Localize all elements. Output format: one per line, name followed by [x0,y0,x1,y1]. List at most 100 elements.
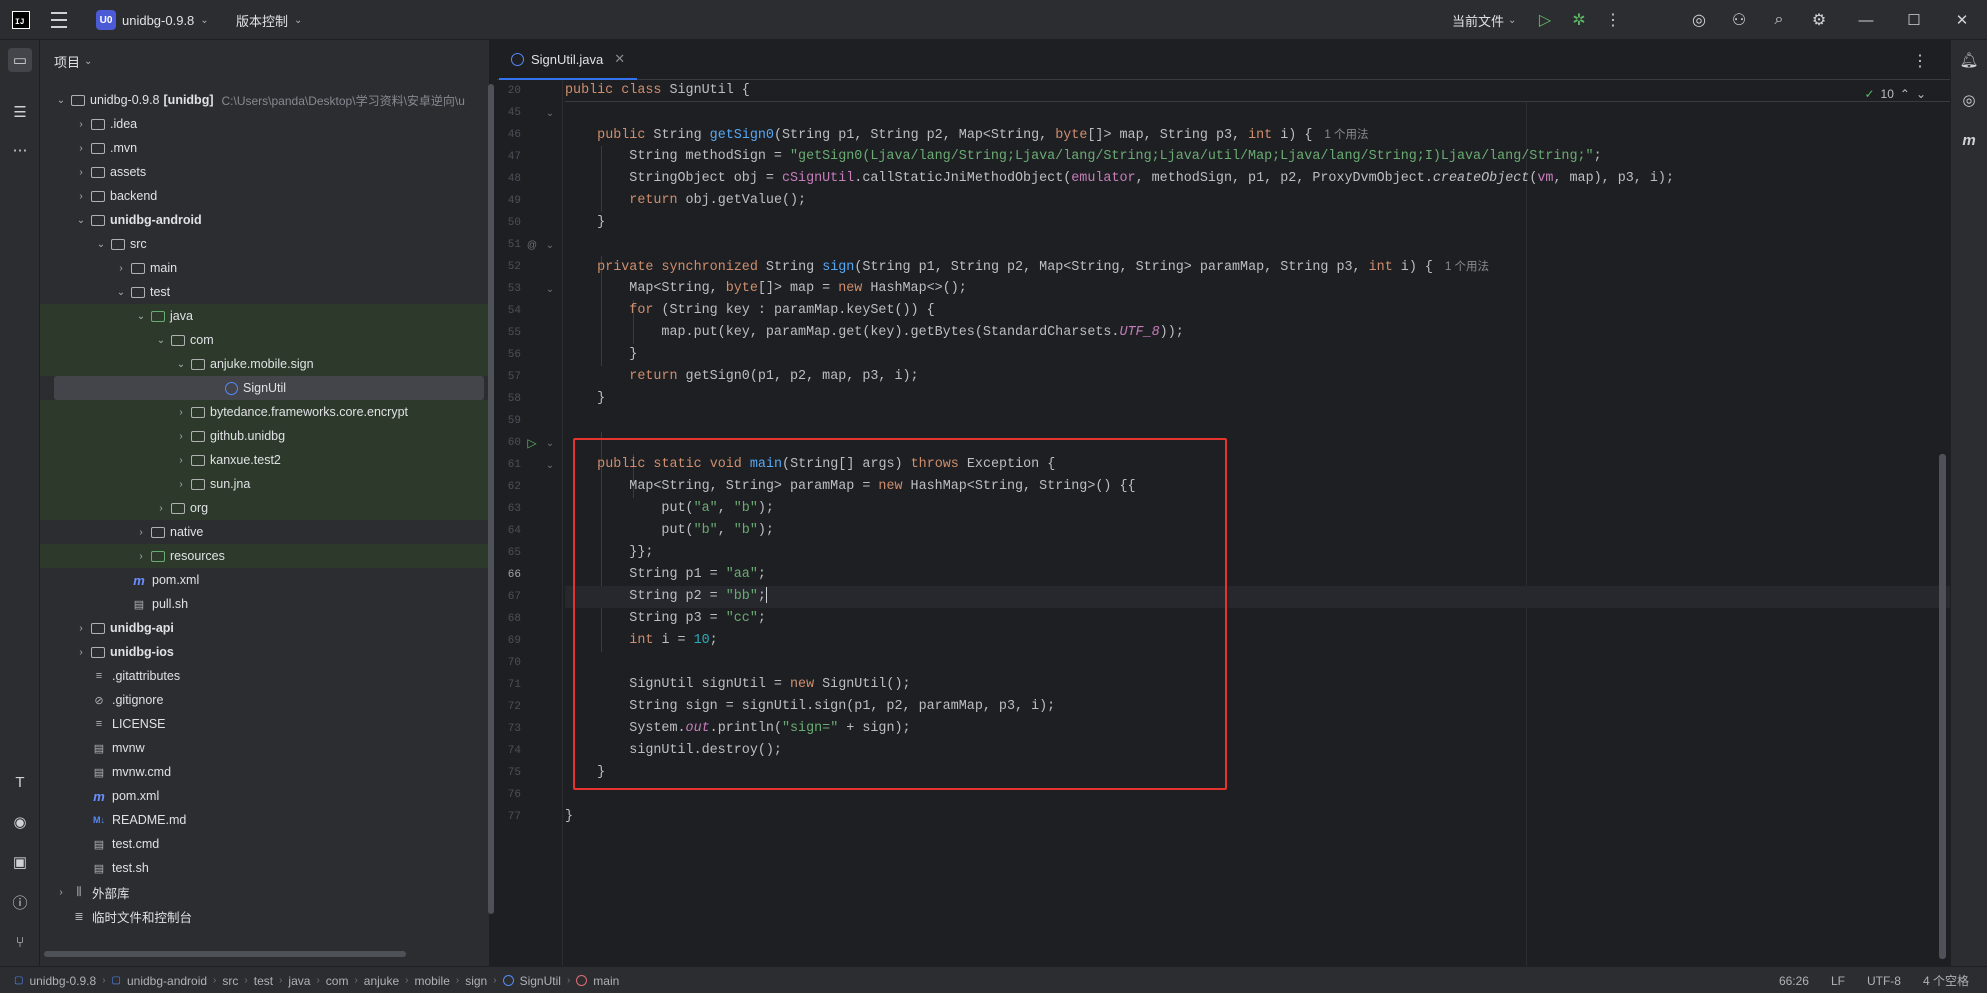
bug-icon[interactable]: ✲ [1568,10,1590,30]
tree-item[interactable]: › github.unidbg [40,424,490,448]
horizontal-scrollbar[interactable] [44,951,406,957]
tree-item[interactable]: › .mvn [40,136,490,160]
tree-item[interactable]: ▤ pull.sh [40,592,490,616]
tab-signutil[interactable]: SignUtil.java ✕ [499,40,638,80]
tree-item[interactable]: › assets [40,160,490,184]
services-icon[interactable]: ◉ [8,810,32,834]
chevron-right-icon[interactable]: › [114,263,128,274]
chevron-up-icon[interactable]: ⌃ [1900,87,1910,101]
tree-item[interactable]: › native [40,520,490,544]
more-vertical-icon[interactable]: ⋮ [1912,51,1928,71]
gear-icon[interactable]: ⚙ [1808,10,1830,30]
breadcrumb-item[interactable]: com [326,974,349,988]
chevron-right-icon[interactable]: › [134,527,148,538]
maximize-icon[interactable]: ☐ [1904,10,1924,30]
tree-item[interactable]: ≣ 临时文件和控制台 [40,904,490,928]
more-vertical-icon[interactable]: ⋮ [1602,10,1624,30]
breadcrumb-item[interactable]: SignUtil [520,974,561,988]
tree-item[interactable]: › ⫼ 外部库 [40,880,490,904]
tree-item[interactable]: › main [40,256,490,280]
annotation-icon[interactable]: @ [525,234,539,256]
ai-chat-icon[interactable]: ◎ [1957,88,1981,112]
tree-item[interactable]: ▤ test.sh [40,856,490,880]
structure-icon[interactable]: ☰ [8,100,32,124]
chevron-right-icon[interactable]: › [174,431,188,442]
maven-icon[interactable]: m [1957,128,1981,152]
chevron-right-icon[interactable]: › [174,455,188,466]
chevron-right-icon[interactable]: › [74,191,88,202]
tree-item[interactable]: M↓ README.md [40,808,490,832]
chevron-down-icon[interactable]: ⌄ [114,287,128,298]
main-menu-icon[interactable] [50,12,68,28]
folder-icon[interactable]: ▭ [8,48,32,72]
breadcrumb-item[interactable]: test [254,974,273,988]
tree-item[interactable]: m pom.xml [40,784,490,808]
tree-item[interactable]: ⊘ .gitignore [40,688,490,712]
tree-root[interactable]: ⌄ unidbg-0.9.8 [unidbg] C:\Users\panda\D… [40,88,490,112]
breadcrumb-item[interactable]: unidbg-android [127,974,207,988]
breadcrumb-item[interactable]: unidbg-0.9.8 [29,974,96,988]
line-separator[interactable]: LF [1831,974,1845,988]
tree-item-selected[interactable]: SignUtil [54,376,484,400]
notifications-icon[interactable]: 🔔︎ [1957,48,1981,72]
run-config-selector[interactable]: 当前文件 ⌄ [1452,8,1516,32]
chevron-down-icon[interactable]: ⌄ [174,359,188,370]
tree-item[interactable]: ≡ LICENSE [40,712,490,736]
fold-icon[interactable]: ⌄ [543,454,557,476]
close-icon[interactable]: ✕ [1952,10,1972,30]
terminal-icon[interactable]: ▣ [8,850,32,874]
tree-item[interactable]: › .idea [40,112,490,136]
chevron-down-icon[interactable]: ⌄ [134,311,148,322]
play-icon[interactable]: ▷ [1534,10,1556,30]
breadcrumb-item[interactable]: mobile [415,974,450,988]
tree-item[interactable]: m pom.xml [40,568,490,592]
chevron-down-icon[interactable]: ⌄ [74,215,88,226]
breadcrumb-item[interactable]: main [593,974,619,988]
caret-position[interactable]: 66:26 [1779,974,1809,988]
indent-setting[interactable]: 4 个空格 [1923,972,1969,989]
chevron-right-icon[interactable]: › [134,551,148,562]
tree-item[interactable]: › sun.jna [40,472,490,496]
tree-item[interactable]: › bytedance.frameworks.core.encrypt [40,400,490,424]
chevron-right-icon[interactable]: › [54,887,68,898]
chevron-right-icon[interactable]: › [74,647,88,658]
add-user-icon[interactable]: ⚇ [1728,10,1750,30]
build-icon[interactable]: T [8,770,32,794]
tree-item[interactable]: › unidbg-api [40,616,490,640]
problems-icon[interactable]: ⓘ [8,890,32,914]
project-switcher[interactable]: U0 unidbg-0.9.8 ⌄ [90,8,215,32]
tree-item[interactable]: › resources [40,544,490,568]
vertical-scrollbar[interactable] [1939,454,1946,959]
chevron-right-icon[interactable]: › [74,143,88,154]
chevron-down-icon[interactable]: ⌄ [154,335,168,346]
chevron-right-icon[interactable]: › [74,623,88,634]
tree-item[interactable]: ⌄ java [40,304,490,328]
tree-item[interactable]: ▤ mvnw [40,736,490,760]
tree-item[interactable]: ▤ mvnw.cmd [40,760,490,784]
search-icon[interactable]: ⌕ [1768,10,1790,30]
breadcrumb-item[interactable]: src [222,974,238,988]
chevron-right-icon[interactable]: › [74,119,88,130]
chevron-right-icon[interactable]: › [154,503,168,514]
vertical-scrollbar[interactable] [488,84,494,914]
minimize-icon[interactable]: — [1856,10,1876,30]
usage-hint[interactable]: 1 个用法 [1445,261,1489,273]
chevron-right-icon[interactable]: › [174,479,188,490]
tree-item[interactable]: ⌄ com [40,328,490,352]
file-encoding[interactable]: UTF-8 [1867,974,1901,988]
fold-icon[interactable]: ⌄ [543,278,557,300]
tree-item[interactable]: ⌄ anjuke.mobile.sign [40,352,490,376]
usage-hint[interactable]: 1 个用法 [1324,129,1368,141]
chevron-down-icon[interactable]: ⌄ [94,239,108,250]
run-gutter-icon[interactable]: ▷ [525,432,539,454]
more-horizontal-icon[interactable]: ⋯ [8,138,32,162]
tree-item[interactable]: ⌄ test [40,280,490,304]
breadcrumb-item[interactable]: sign [465,974,487,988]
chevron-right-icon[interactable]: › [174,407,188,418]
fold-icon[interactable]: ⌄ [543,234,557,256]
tree-item[interactable]: ▤ test.cmd [40,832,490,856]
tree-item[interactable]: › unidbg-ios [40,640,490,664]
chevron-down-icon[interactable]: ⌄ [1916,87,1926,101]
tree-item[interactable]: › org [40,496,490,520]
vcs-menu[interactable]: 版本控制 ⌄ [236,8,302,32]
